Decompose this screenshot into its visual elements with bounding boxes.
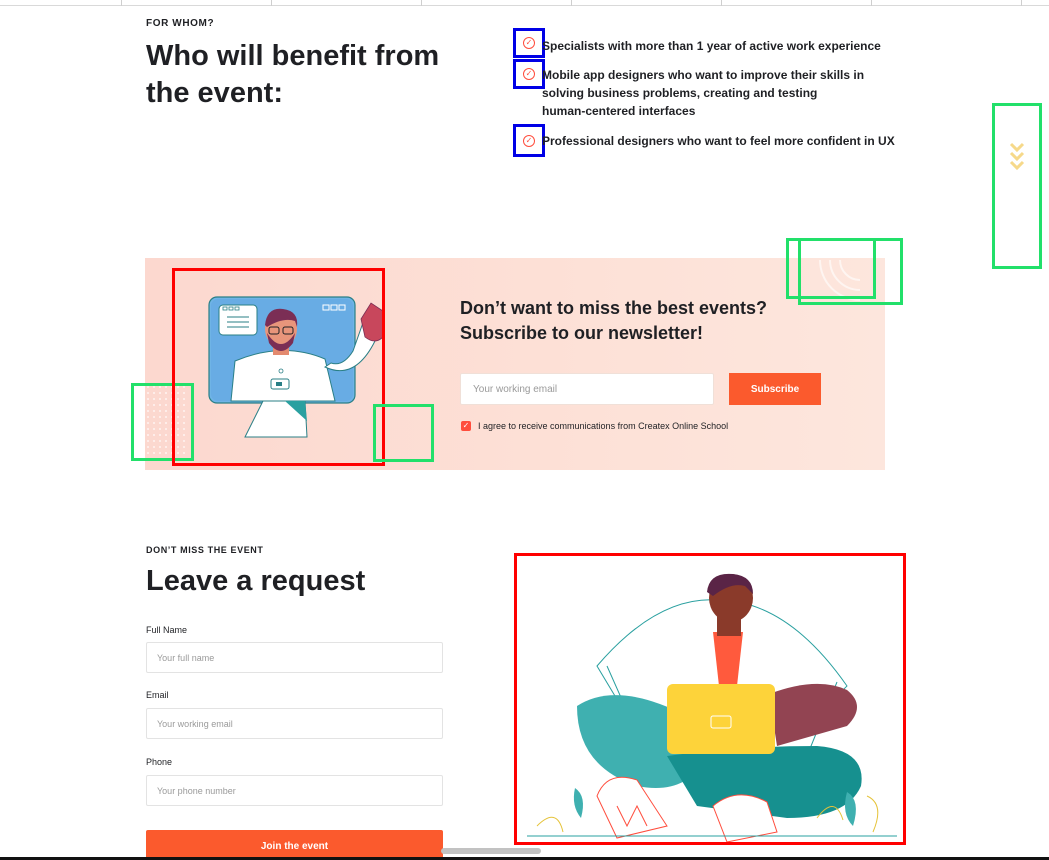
subscribe-button[interactable]: Subscribe [729, 373, 821, 405]
agree-checkbox-row[interactable]: ✓ I agree to receive communications from… [461, 421, 728, 431]
double-chevron-down-icon [1009, 142, 1025, 171]
benefit-text: Professional designers who want to feel … [542, 134, 895, 148]
laptop-person-illustration [514, 553, 906, 845]
who-title-line-1: Who will benefit from [146, 40, 440, 72]
video-call-illustration [172, 268, 385, 466]
benefit-text-line: solving business problems, creating and … [542, 86, 818, 100]
scroll-down-button[interactable] [992, 103, 1042, 269]
full-name-label: Full Name [146, 625, 188, 635]
agree-checkbox[interactable]: ✓ [461, 421, 471, 431]
full-name-input[interactable]: Your full name [146, 642, 443, 673]
newsletter-title-line-2: Subscribe to our newsletter! [460, 323, 704, 343]
benefit-item: ✓ Professional designers who want to fee… [513, 124, 895, 157]
who-title-line-2: the event: [146, 77, 283, 109]
check-circle-icon: ✓ [513, 59, 545, 89]
email-input[interactable]: Your working email [146, 708, 443, 739]
top-column-separators [0, 0, 1049, 6]
annotation-box [798, 238, 903, 305]
newsletter-email-input[interactable]: Your working email [460, 373, 714, 405]
newsletter-title: Don’t want to miss the best events? Subs… [460, 296, 767, 346]
phone-input[interactable]: Your phone number [146, 775, 443, 806]
benefit-item: ✓ Mobile app designers who want to impro… [513, 59, 864, 120]
benefit-item: ✓ Specialists with more than 1 year of a… [513, 28, 881, 58]
phone-label: Phone [146, 757, 173, 767]
agree-text: I agree to receive communications from C… [478, 421, 729, 431]
email-label: Email [146, 690, 169, 700]
newsletter-title-line-1: Don’t want to miss the best events? [460, 298, 768, 318]
benefit-text-line: human-centered interfaces [542, 104, 696, 118]
check-circle-icon: ✓ [513, 28, 545, 58]
benefit-text-line: Mobile app designers who want to improve… [542, 68, 865, 82]
request-eyebrow: DON’T MISS THE EVENT [146, 545, 264, 555]
horizontal-scrollbar[interactable] [441, 848, 541, 854]
benefit-text: Specialists with more than 1 year of act… [542, 39, 881, 53]
annotation-box [373, 404, 434, 462]
check-circle-icon: ✓ [513, 124, 545, 157]
request-title: Leave a request [146, 565, 366, 597]
who-title: Who will benefit from the event: [146, 38, 439, 112]
join-event-button[interactable]: Join the event [146, 830, 443, 860]
who-eyebrow: FOR WHOM? [146, 18, 215, 29]
